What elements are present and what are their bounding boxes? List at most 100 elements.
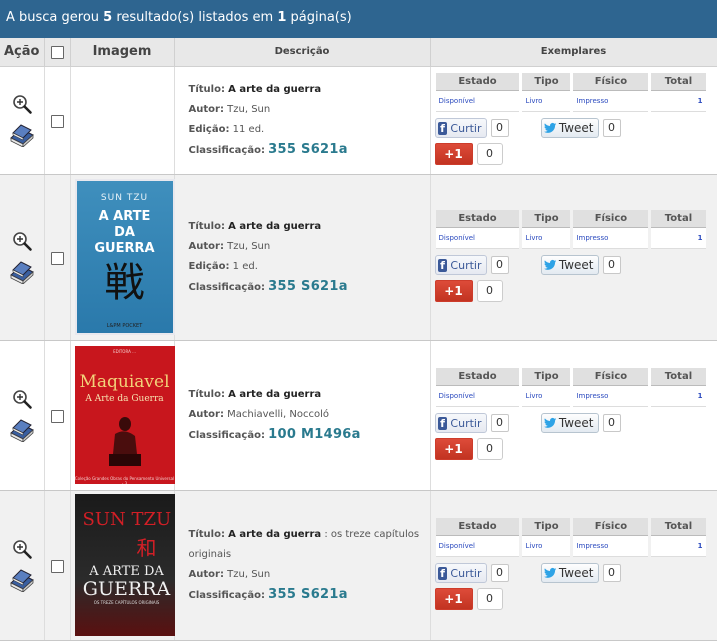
ex-fisico[interactable]: Impresso — [573, 386, 649, 407]
ex-estado[interactable]: Disponível — [435, 536, 520, 557]
curtir-label: Curtir — [450, 121, 482, 135]
title-label: Título: — [188, 83, 225, 95]
google-plus-button[interactable]: +1 — [434, 438, 473, 460]
facebook-count: 0 — [490, 414, 509, 432]
tweet-button[interactable]: Tweet — [540, 413, 599, 433]
ex-col-estado: Estado — [435, 518, 520, 536]
ex-col-tipo: Tipo — [522, 73, 571, 91]
twitter-bird-icon — [543, 567, 556, 578]
exemplares-table: Estado Tipo Físico Total Disponível Livro Imp… — [433, 368, 709, 407]
ex-tipo[interactable]: Livro — [522, 91, 571, 112]
ex-fisico[interactable]: Impresso — [573, 228, 649, 249]
facebook-count: 0 — [490, 564, 509, 582]
cover-author: SUN TZU — [82, 509, 172, 530]
facebook-curtir-button[interactable]: f Curtir — [434, 413, 487, 433]
edition-value: 11 ed. — [232, 123, 265, 135]
curtir-label: Curtir — [450, 416, 482, 430]
image-cell: SUN TZU 和 A ARTE DA GUERRA OS TREZE CAPÍ… — [70, 490, 175, 641]
classification-value: 355 S621a — [268, 141, 348, 157]
plus-one-label: +1 — [444, 284, 463, 298]
ex-total[interactable]: 1 — [651, 386, 706, 407]
ex-tipo[interactable]: Livro — [522, 386, 571, 407]
banner-text: página(s) — [286, 10, 352, 25]
book-cover[interactable]: SUN TZU A ARTE DA GUERRA 戦 L&PM POCKET — [74, 179, 175, 335]
google-plus-button[interactable]: +1 — [434, 280, 473, 302]
ex-tipo[interactable]: Livro — [522, 536, 571, 557]
select-checkbox[interactable] — [50, 559, 64, 573]
select-checkbox[interactable] — [50, 114, 64, 128]
select-checkbox[interactable] — [50, 251, 64, 265]
edition-label: Edição: — [188, 260, 230, 272]
facebook-curtir-button[interactable]: f Curtir — [434, 255, 487, 275]
ex-col-total: Total — [651, 368, 706, 386]
book-icon[interactable] — [9, 568, 35, 592]
select-checkbox[interactable] — [50, 409, 64, 423]
title-link[interactable]: A arte da guerra — [228, 389, 321, 400]
tweet-button[interactable]: Tweet — [540, 118, 599, 138]
ex-col-estado: Estado — [435, 73, 520, 91]
facebook-curtir-button[interactable]: f Curtir — [434, 118, 487, 138]
ex-tipo[interactable]: Livro — [522, 228, 571, 249]
cover-title: GUERRA — [94, 241, 155, 256]
cover-kanji: 和 — [136, 536, 157, 560]
zoom-icon[interactable] — [11, 93, 33, 115]
author-label: Autor: — [188, 568, 224, 580]
cover-title: A ARTE DA — [89, 564, 164, 579]
facebook-icon: f — [437, 258, 448, 272]
col-descricao: Descrição — [174, 38, 431, 67]
book-icon[interactable] — [9, 260, 35, 284]
cover-series: Coleção Grandes Obras do Pensamento Univ… — [74, 476, 175, 484]
title-link[interactable]: A arte da guerra — [228, 529, 321, 540]
thinker-sculpture-image — [108, 417, 141, 466]
book-cover[interactable]: EDITORA ... Maquiavel A Arte da Guerra C… — [74, 346, 175, 484]
twitter-bird-icon — [543, 259, 556, 270]
book-icon[interactable] — [9, 418, 35, 442]
tweet-label: Tweet — [558, 566, 594, 580]
image-cell: EDITORA ... Maquiavel A Arte da Guerra C… — [70, 340, 175, 491]
zoom-icon[interactable] — [11, 538, 33, 560]
image-cell — [70, 66, 175, 175]
select-all-checkbox[interactable] — [50, 46, 64, 60]
cover-title: DA — [114, 225, 135, 240]
social-buttons: f Curtir 0 Tweet 0 +1 0 — [434, 115, 713, 167]
banner-text: resultado(s) listados em — [112, 10, 278, 25]
facebook-curtir-button[interactable]: f Curtir — [434, 563, 487, 583]
cover-publisher: L&PM POCKET — [106, 323, 143, 329]
facebook-count: 0 — [490, 119, 509, 137]
book-cover[interactable]: SUN TZU 和 A ARTE DA GUERRA OS TREZE CAPÍ… — [74, 494, 175, 636]
ex-fisico[interactable]: Impresso — [573, 536, 649, 557]
book-icon[interactable] — [9, 123, 35, 147]
zoom-icon[interactable] — [11, 230, 33, 252]
author-value: Tzu, Sun — [227, 240, 271, 252]
exemplares-cell: Estado Tipo Físico Total Disponível Livro Imp… — [430, 66, 717, 175]
ex-fisico[interactable]: Impresso — [573, 91, 649, 112]
classification-value: 100 M1496a — [268, 426, 361, 442]
google-plus-button[interactable]: +1 — [434, 588, 473, 610]
ex-estado[interactable]: Disponível — [435, 91, 520, 112]
title-label: Título: — [188, 220, 225, 232]
tweet-button[interactable]: Tweet — [540, 255, 599, 275]
ex-total[interactable]: 1 — [651, 91, 706, 112]
ex-col-total: Total — [651, 210, 706, 228]
ex-estado[interactable]: Disponível — [435, 386, 520, 407]
tweet-button[interactable]: Tweet — [540, 563, 599, 583]
title-link[interactable]: A arte da guerra — [228, 84, 321, 95]
results-header-row: Ação Imagem Descrição Exemplares — [0, 38, 717, 67]
author-label: Autor: — [188, 408, 224, 420]
results-banner: A busca gerou 5 resultado(s) listados em… — [0, 0, 717, 38]
result-row: SUN TZU A ARTE DA GUERRA 戦 L&PM POCKET T… — [0, 174, 717, 341]
select-cell — [44, 340, 71, 491]
select-cell — [44, 174, 71, 341]
classification-label: Classificação: — [188, 429, 265, 441]
ex-col-total: Total — [651, 518, 706, 536]
ex-total[interactable]: 1 — [651, 228, 706, 249]
google-plus-button[interactable]: +1 — [434, 143, 473, 165]
ex-estado[interactable]: Disponível — [435, 228, 520, 249]
ex-col-tipo: Tipo — [522, 368, 571, 386]
zoom-icon[interactable] — [11, 388, 33, 410]
title-link[interactable]: A arte da guerra — [228, 221, 321, 232]
plus-one-label: +1 — [444, 592, 463, 606]
social-buttons: f Curtir 0 Tweet 0 +1 0 — [434, 252, 713, 304]
ex-total[interactable]: 1 — [651, 536, 706, 557]
title-label: Título: — [188, 528, 225, 540]
